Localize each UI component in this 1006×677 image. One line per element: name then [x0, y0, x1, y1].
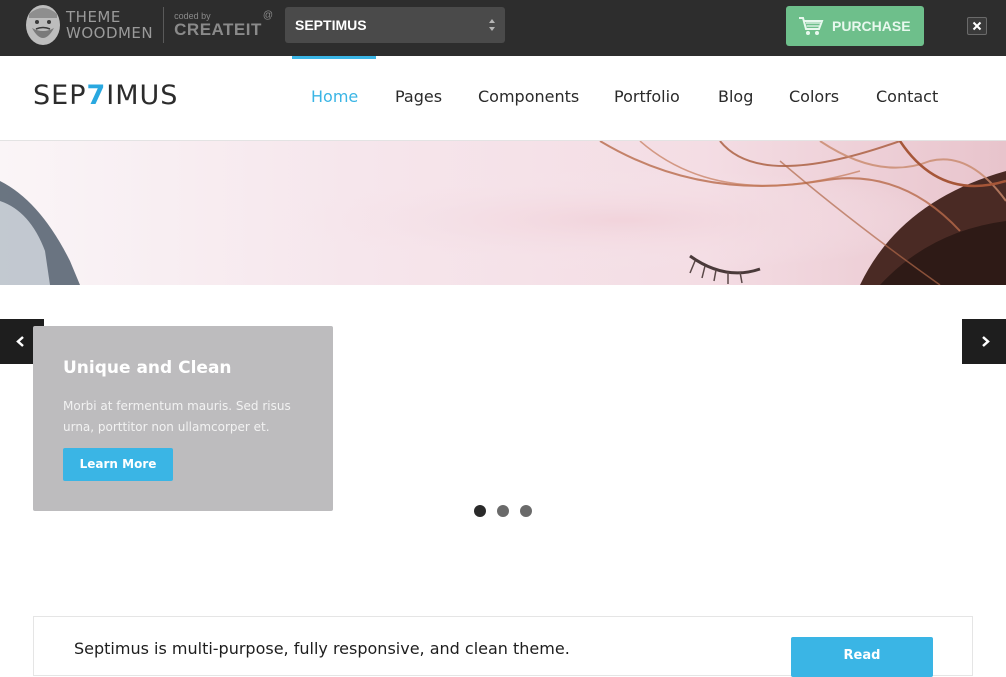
nav-home[interactable]: Home: [311, 87, 358, 109]
read-more-button[interactable]: Read: [791, 637, 933, 677]
slider-dot-2[interactable]: [497, 505, 509, 517]
close-topbar-button[interactable]: [967, 17, 987, 35]
hero-photo: [0, 141, 1006, 285]
slider-dot-3[interactable]: [520, 505, 532, 517]
chevron-right-icon: [982, 336, 990, 347]
logo-part-seven: 7: [86, 80, 107, 111]
themewoodmen-wordmark: THEME WOODMEN: [66, 9, 153, 41]
purchase-label: PURCHASE: [832, 18, 911, 34]
select-arrows-icon: [489, 19, 495, 31]
cart-icon: [799, 17, 824, 35]
themewoodmen-brand[interactable]: THEME WOODMEN coded by CREATEIT @: [24, 3, 273, 47]
theme-select[interactable]: SEPTIMUS: [285, 7, 505, 43]
createit-label: CREATEIT: [174, 20, 262, 39]
purchase-button[interactable]: PURCHASE: [786, 6, 924, 46]
slide-caption: Unique and Clean Morbi at fermentum maur…: [33, 326, 333, 511]
logo-part-sep: SEP: [33, 80, 87, 111]
nav-contact[interactable]: Contact: [876, 87, 938, 109]
createit-credit: coded by CREATEIT: [174, 11, 262, 39]
nav-components[interactable]: Components: [478, 87, 579, 109]
nav-pages[interactable]: Pages: [395, 87, 442, 109]
learn-more-button[interactable]: Learn More: [63, 448, 173, 481]
close-icon: [972, 21, 982, 31]
slider-dot-1[interactable]: [474, 505, 486, 517]
site-logo[interactable]: SEP7IMUS: [33, 80, 178, 111]
theme-select-value: SEPTIMUS: [295, 17, 367, 33]
brand-divider: [163, 7, 165, 43]
promo-box: Septimus is multi-purpose, fully respons…: [33, 616, 973, 677]
nav-blog[interactable]: Blog: [718, 87, 753, 109]
caption-title: Unique and Clean: [63, 358, 232, 378]
woodman-beard-icon: [26, 5, 60, 45]
brand-line-woodmen: WOODMEN: [66, 24, 154, 42]
nav-colors[interactable]: Colors: [789, 87, 839, 109]
active-nav-indicator: [292, 56, 376, 59]
demo-topbar: THEME WOODMEN coded by CREATEIT @ SEPTIM…: [0, 0, 1006, 56]
hero-image: [0, 141, 1006, 285]
promo-text: Septimus is multi-purpose, fully respons…: [74, 639, 570, 658]
nav-portfolio[interactable]: Portfolio: [614, 87, 680, 109]
slider-next-button[interactable]: [962, 319, 1006, 364]
caption-text: Morbi at fermentum mauris. Sed risus urn…: [63, 399, 291, 434]
brand-line-theme: THEME: [66, 8, 121, 26]
logo-part-imus: IMUS: [106, 80, 179, 111]
site-header: SEP7IMUS Home Pages Components Portfolio…: [0, 56, 1006, 141]
at-symbol: @: [262, 9, 274, 21]
